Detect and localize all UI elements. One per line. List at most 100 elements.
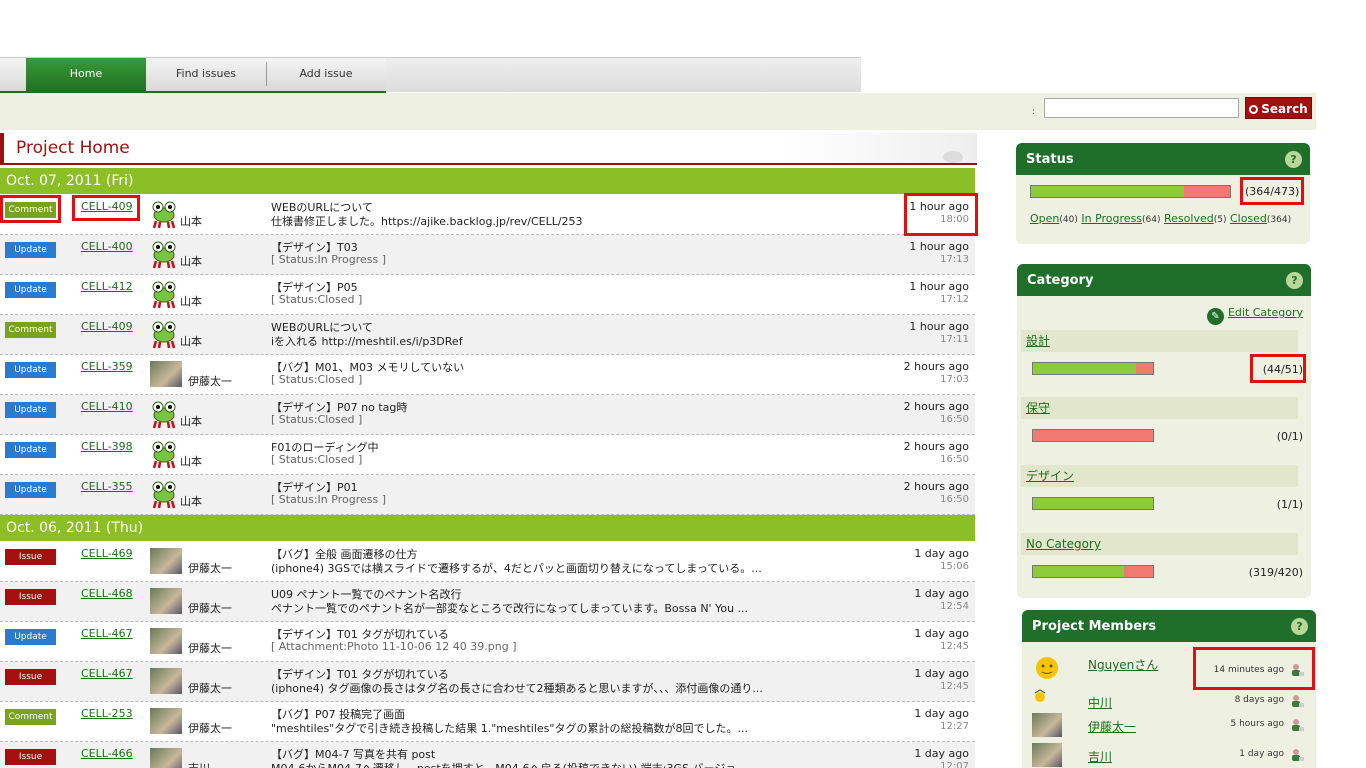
issue-key-link[interactable]: CELL-409 [81,320,133,333]
issue-key-link[interactable]: CELL-355 [81,480,133,493]
members-panel-header: Project Members? [1022,610,1316,642]
help-icon[interactable]: ? [1285,151,1302,168]
day-header: Oct. 06, 2011 (Thu) [0,515,975,541]
category-progress-fill [1033,498,1153,509]
issue-key-link[interactable]: CELL-467 [81,627,133,640]
category-progress-fill [1033,566,1125,577]
issue-key-link[interactable]: CELL-466 [81,747,133,760]
category-ratio: (1/1) [1276,498,1303,511]
status-count-resolved: (5) [1213,215,1227,225]
tab-add-issue[interactable]: Add issue [266,58,386,92]
timestamp: 15:06 [940,561,969,572]
status-panel-title: Status [1026,152,1074,167]
status-link-closed[interactable]: Closed [1230,212,1267,225]
user-name: 伊藤太一 [188,642,232,655]
activity-type-badge: Issue [5,749,56,765]
category-row-label: 設計 [1021,330,1298,352]
timestamp: 17:11 [940,334,969,345]
member-avatar [1032,713,1062,737]
timestamp: 17:12 [940,294,969,305]
category-link[interactable]: No Category [1026,537,1101,551]
user-name: 山本 [180,255,202,268]
category-ratio: (0/1) [1276,430,1303,443]
member-name-link[interactable]: 伊藤太一 [1088,718,1136,735]
member-avatar [1032,743,1062,767]
category-panel: Category? ✎ Edit Category 設計 (44/51) 保守 (0/1… [1017,264,1311,598]
search-button[interactable]: Search [1245,97,1312,119]
nav-filler [386,58,861,92]
timestamp: 12:07 [940,761,969,768]
issue-key-link[interactable]: CELL-359 [81,360,133,373]
help-icon[interactable]: ? [1291,618,1308,635]
member-name-link[interactable]: 吉川 [1088,748,1112,765]
activity-row: Update CELL-359 伊藤太一 【バグ】M01、M03 メモリしていない[ … [0,355,975,395]
activity-type-badge: Update [5,282,56,298]
timestamp: 12:27 [940,721,969,732]
search-bar: : Search [0,93,1316,130]
member-row: 伊藤太一 5 hours ago [1022,710,1312,740]
activity-detail: [ Status:Closed ] [271,413,363,426]
activity-type-badge: Comment [5,709,56,725]
issue-key-link[interactable]: CELL-398 [81,440,133,453]
issue-key-link[interactable]: CELL-409 [81,200,133,213]
user-avatar [150,588,182,614]
timestamp: 12:45 [940,641,969,652]
user-status-icon [1290,748,1304,762]
activity-detail: "meshtiles"タグで引き続き投稿した結果 1."meshtiles"タグ… [271,722,748,735]
member-name-link[interactable]: 中川 [1088,694,1112,711]
status-count-closed: (364) [1266,215,1292,225]
member-row: Nguyenさん 14 minutes ago [1022,650,1312,680]
activity-detail: (iphone4) タグ画像の長さはタグ名の長さに合わせて2種類あると思いますが… [271,682,763,695]
category-progress-fill [1033,363,1137,374]
timestamp: 17:03 [940,374,969,385]
divider-mark: : [1032,107,1036,117]
help-icon[interactable]: ? [1286,272,1303,289]
issue-key-link[interactable]: CELL-467 [81,667,133,680]
status-count-in-progress: (64) [1142,215,1161,225]
frog-avatar-icon [150,239,178,269]
relative-time: 1 day ago [914,667,969,680]
activity-type-badge: Update [5,242,56,258]
activity-row: Comment CELL-253 伊藤太一 【バグ】P07 投稿完了画面 "meshti… [0,702,975,742]
activity-detail: [ Status:Closed ] [271,373,363,386]
issue-key-link[interactable]: CELL-253 [81,707,133,720]
user-status-icon [1290,694,1304,708]
relative-time: 1 day ago [914,747,969,760]
timestamp: 17:13 [940,254,969,265]
issue-key-link[interactable]: CELL-400 [81,240,133,253]
user-name: 伊藤太一 [188,722,232,735]
category-link[interactable]: デザイン [1026,469,1074,483]
issue-key-link[interactable]: CELL-410 [81,400,133,413]
category-row-label: 保守 [1021,397,1298,419]
member-name-link[interactable]: Nguyenさん [1088,656,1158,673]
category-link[interactable]: 保守 [1026,401,1050,415]
activity-type-badge: Update [5,362,56,378]
status-link-resolved[interactable]: Resolved [1164,212,1214,225]
user-avatar [150,628,182,654]
last-seen: 5 hours ago [1230,719,1285,729]
frog-avatar-icon [150,279,178,309]
last-seen: 14 minutes ago [1213,665,1284,675]
status-progress-fill [1031,186,1185,197]
edit-category-link[interactable]: ✎ Edit Category [1206,306,1303,325]
search-button-label: Search [1261,102,1308,116]
activity-detail: [ Status:In Progress ] [271,253,386,266]
search-input[interactable] [1044,98,1239,118]
issue-key-link[interactable]: CELL-468 [81,587,133,600]
activity-type-badge: Comment [5,202,56,218]
category-link[interactable]: 設計 [1026,334,1050,348]
user-avatar [150,548,182,574]
tab-find-issues[interactable]: Find issues [146,58,266,92]
relative-time: 1 hour ago [909,240,969,253]
issue-key-link[interactable]: CELL-412 [81,280,133,293]
user-name: 伊藤太一 [188,602,232,615]
status-panel-header: Status? [1016,143,1310,175]
issue-key-link[interactable]: CELL-469 [81,547,133,560]
activity-detail: [ Status:Closed ] [271,293,363,306]
activity-row: Update CELL-355 山本 【デザイン】P01[ Status:In Pro… [0,475,975,515]
activity-type-badge: Update [5,402,56,418]
status-link-open[interactable]: Open [1030,212,1059,225]
status-link-in-progress[interactable]: In Progress [1081,212,1142,225]
search-icon [1249,105,1259,114]
tab-home[interactable]: Home [26,58,146,92]
